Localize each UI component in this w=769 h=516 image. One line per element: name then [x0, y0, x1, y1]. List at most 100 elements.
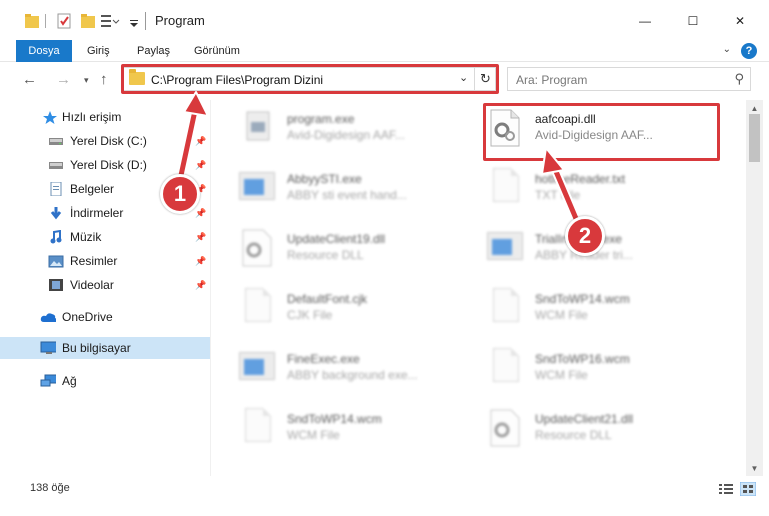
sidebar-item-drive-c[interactable]: Yerel Disk (C:) 📌 [0, 130, 210, 152]
help-icon[interactable]: ? [741, 43, 757, 59]
documents-icon [50, 182, 62, 196]
sidebar-item-label: Bu bilgisayar [62, 341, 131, 355]
drive-icon [49, 138, 63, 145]
list-item[interactable]: SndToWP14.wcm WCM File [237, 404, 467, 456]
pictures-icon [48, 255, 64, 268]
dll-gear-icon [490, 109, 520, 147]
list-item[interactable]: UpdateClient21.dll Resource DLL [485, 404, 715, 456]
file-type: CJK File [287, 308, 333, 322]
file-type: TXT File [535, 188, 581, 202]
callout-badge-2: 2 [565, 216, 605, 256]
music-icon [50, 230, 62, 244]
tab-file[interactable]: Dosya [16, 40, 72, 62]
address-path[interactable]: C:\Program Files\Program Dizini [151, 73, 323, 87]
sidebar-item-label: Ağ [62, 374, 77, 388]
file-type: Avid-Digidesign AAF... [535, 128, 653, 142]
file-type: ABBY sti event hand... [287, 188, 407, 202]
list-item[interactable]: hotlineReader.txt TXT File [485, 164, 715, 216]
search-icon[interactable]: ⚲ [734, 71, 744, 87]
navigation-pane: Hızlı erişim Yerel Disk (C:) 📌 Yerel Dis… [0, 100, 210, 476]
sidebar-item-pictures[interactable]: Resimler 📌 [0, 250, 210, 272]
window-app-icon [237, 168, 277, 208]
scroll-down-icon[interactable]: ▼ [746, 460, 763, 476]
refresh-icon[interactable]: ↻ [474, 68, 496, 90]
window-app-icon [237, 348, 277, 388]
scroll-thumb[interactable] [749, 114, 760, 162]
address-dropdown-icon[interactable]: ⌄ [459, 71, 468, 84]
file-name: SndToWP14.wcm [535, 292, 630, 306]
ribbon-tabs: Dosya Giriş Paylaş Görünüm ⌄ ? [0, 40, 769, 62]
customize-toolbar-icon[interactable] [100, 12, 120, 30]
file-name: AbbyySTI.exe [287, 172, 362, 186]
pin-icon: 📌 [195, 231, 207, 242]
sidebar-item-onedrive[interactable]: OneDrive [0, 306, 210, 328]
sidebar-item-network[interactable]: Ağ [0, 370, 210, 392]
sidebar-item-label: Müzik [70, 230, 102, 244]
file-name: SndToWP16.wcm [535, 352, 630, 366]
list-item[interactable]: aafcoapi.dll Avid-Digidesign AAF... [485, 104, 715, 156]
pin-icon: 📌 [195, 135, 207, 146]
file-name: hotlineReader.txt [535, 172, 626, 186]
sidebar-item-label: Resimler [70, 254, 118, 268]
sidebar-item-label: Belgeler [70, 182, 115, 196]
back-icon[interactable]: ← [22, 71, 37, 88]
recent-locations-icon[interactable]: ▾ [84, 75, 89, 86]
download-icon [50, 207, 62, 220]
dll-gear-icon [490, 409, 520, 447]
pin-icon: 📌 [195, 207, 207, 218]
vertical-scrollbar[interactable]: ▲ ▼ [746, 100, 763, 476]
file-type: WCM File [535, 308, 588, 322]
tab-share[interactable]: Paylaş [137, 40, 170, 62]
file-type: WCM File [535, 368, 588, 382]
list-item[interactable]: DefaultFont.cjk CJK File [237, 284, 467, 336]
pin-icon: 📌 [195, 255, 207, 266]
expand-ribbon-icon[interactable]: ⌄ [723, 44, 731, 55]
file-name: UpdateClient19.dll [287, 232, 386, 246]
window-app-icon [485, 228, 525, 268]
status-bar: 138 öğe [0, 476, 769, 516]
list-item[interactable]: AbbyySTI.exe ABBY sti event hand... [237, 164, 467, 216]
file-type: Resource DLL [287, 248, 364, 262]
new-folder-icon[interactable] [80, 12, 96, 30]
sidebar-item-label: Videolar [70, 278, 114, 292]
list-item[interactable]: FineExec.exe ABBY background exe... [237, 344, 467, 396]
sidebar-item-this-pc[interactable]: Bu bilgisayar [0, 337, 210, 359]
file-type: ABBY background exe... [287, 368, 418, 382]
search-input[interactable]: Ara: Program [516, 73, 587, 87]
sidebar-item-music[interactable]: Müzik 📌 [0, 226, 210, 248]
forward-icon[interactable]: → [56, 71, 71, 88]
file-type: Resource DLL [535, 428, 612, 442]
computer-icon [40, 341, 56, 354]
list-item[interactable]: UpdateClient19.dll Resource DLL [237, 224, 467, 276]
window-title: Program [155, 13, 205, 28]
minimize-button[interactable]: — [630, 8, 660, 34]
up-icon[interactable]: ↑ [100, 71, 108, 88]
tab-home[interactable]: Giriş [87, 40, 110, 62]
tab-view[interactable]: Görünüm [194, 40, 240, 62]
qa-dropdown-icon[interactable] [128, 12, 140, 30]
text-file-icon [485, 168, 525, 208]
file-icon [485, 288, 525, 328]
drive-icon [49, 162, 63, 169]
videos-icon [49, 279, 63, 291]
title-divider [145, 12, 146, 30]
sidebar-item-videos[interactable]: Videolar 📌 [0, 274, 210, 296]
properties-icon[interactable] [56, 12, 72, 30]
file-name: DefaultFont.cjk [287, 292, 368, 306]
search-box[interactable]: Ara: Program ⚲ [507, 67, 751, 91]
list-item[interactable]: SndToWP14.wcm WCM File [485, 284, 715, 336]
sidebar-item-drive-d[interactable]: Yerel Disk (D:) 📌 [0, 154, 210, 176]
folder-icon [129, 69, 145, 85]
list-item[interactable]: SndToWP16.wcm WCM File [485, 344, 715, 396]
sidebar-item-label: Hızlı erişim [62, 110, 122, 124]
folder-icon[interactable] [24, 12, 40, 30]
close-button[interactable]: ✕ [725, 8, 755, 34]
list-item[interactable]: program.exe Avid-Digidesign AAF... [237, 104, 467, 156]
maximize-button[interactable]: ☐ [678, 8, 708, 34]
address-bar[interactable]: C:\Program Files\Program Dizini ⌄ ↻ [122, 67, 496, 91]
large-icons-view-icon[interactable] [740, 482, 756, 496]
file-icon [237, 288, 277, 328]
callout-badge-1: 1 [160, 174, 200, 214]
sidebar-item-quick-access[interactable]: Hızlı erişim [0, 106, 210, 128]
details-view-icon[interactable] [718, 482, 734, 496]
